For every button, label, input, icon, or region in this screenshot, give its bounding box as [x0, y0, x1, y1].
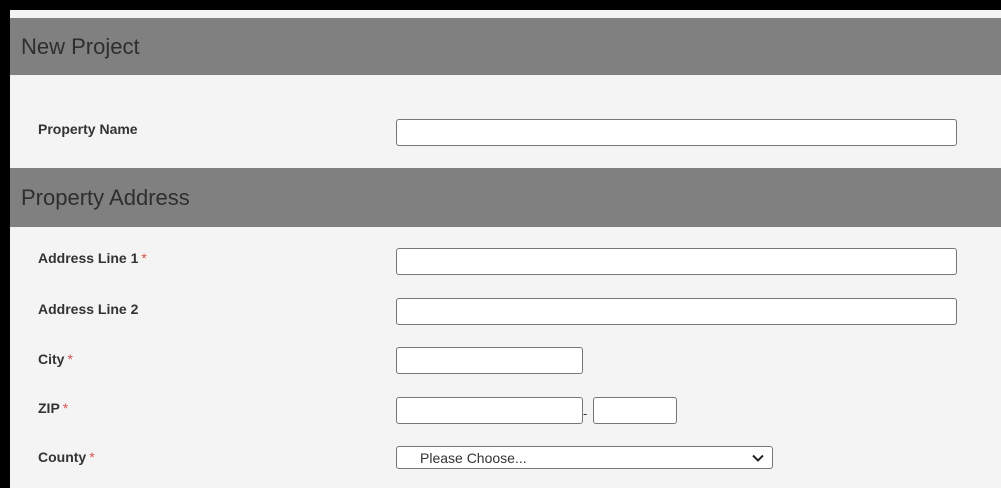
new-project-form: New Project Property Name Property Addre…	[10, 10, 1001, 488]
required-indicator: *	[141, 250, 147, 266]
address-line-1-input[interactable]	[396, 248, 957, 275]
required-indicator: *	[67, 351, 73, 367]
city-input[interactable]	[396, 347, 583, 374]
address-line-2-input[interactable]	[396, 298, 957, 325]
property-name-input[interactable]	[396, 119, 957, 146]
county-label: County *	[38, 449, 95, 465]
section-title: New Project	[21, 33, 140, 59]
zip-label: ZIP *	[38, 400, 69, 416]
county-select[interactable]: Please Choose...	[396, 446, 773, 469]
zip-input[interactable]	[396, 397, 583, 424]
section-header-property-address: Property Address	[10, 168, 1001, 227]
zip-extension-input[interactable]	[593, 397, 677, 424]
county-selected-value: Please Choose...	[420, 449, 527, 466]
city-label: City *	[38, 351, 73, 367]
section-header-new-project: New Project	[10, 18, 1001, 75]
zip-separator: -	[583, 406, 588, 421]
address-line-1-label: Address Line 1 *	[38, 250, 147, 266]
section-title: Property Address	[21, 184, 190, 210]
required-indicator: *	[89, 449, 95, 465]
property-name-label: Property Name	[38, 121, 138, 137]
required-indicator: *	[62, 400, 69, 416]
address-line-2-label: Address Line 2	[38, 301, 139, 317]
chevron-down-icon	[752, 454, 764, 462]
